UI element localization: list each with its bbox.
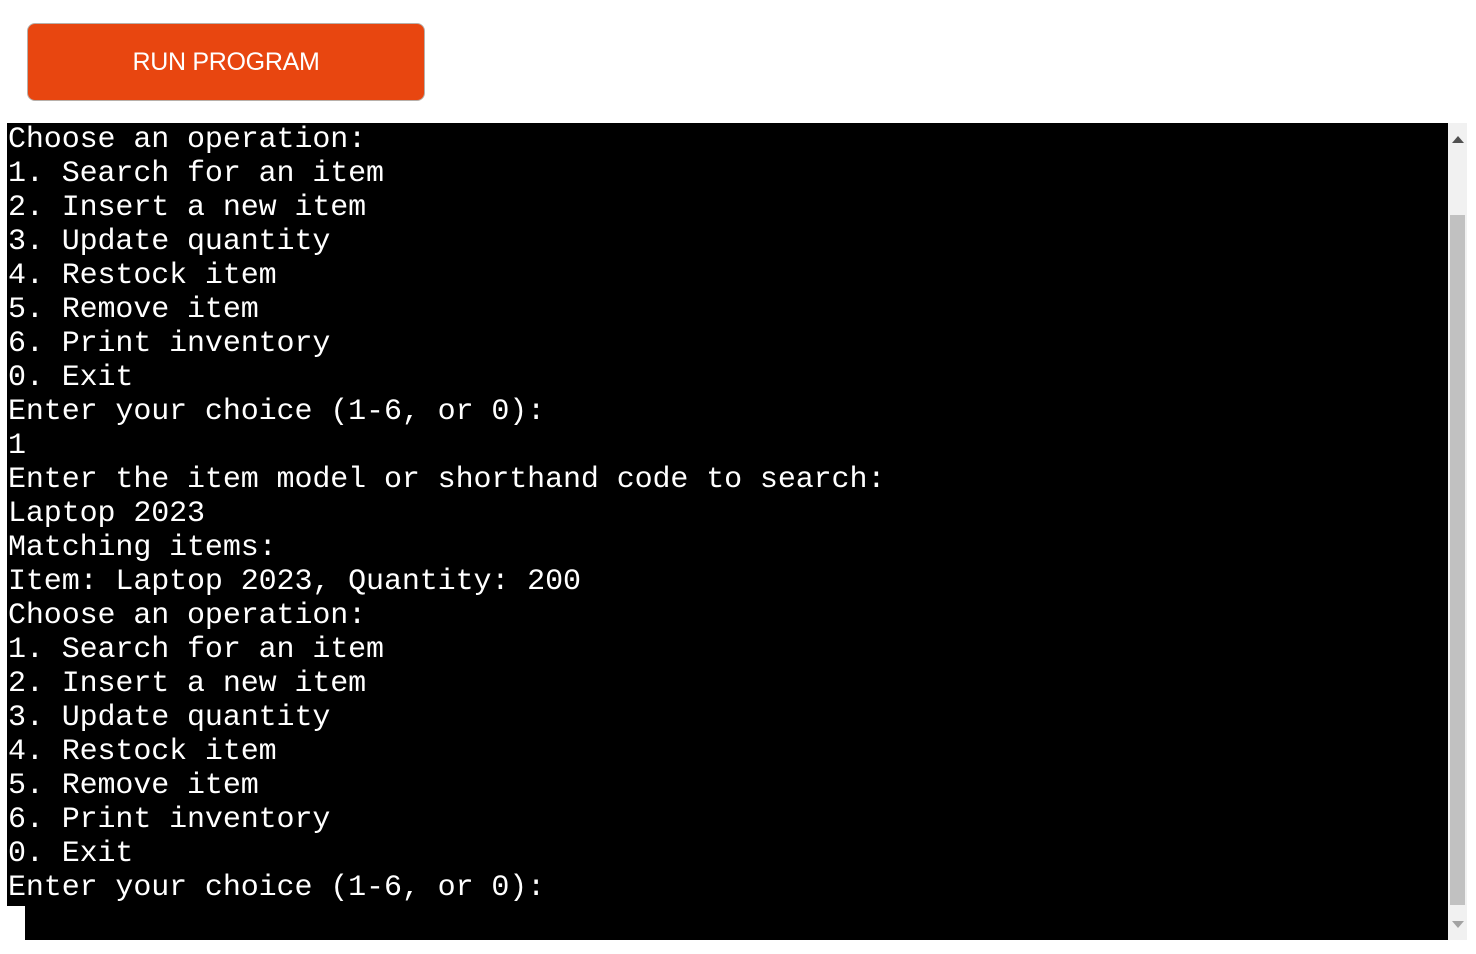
terminal-line: 5. Remove item <box>8 293 259 327</box>
terminal-lines: Choose an operation: 1. Search for an ite… <box>8 123 885 905</box>
terminal-line: 5. Remove item <box>8 769 259 803</box>
terminal-line: Enter your choice (1-6, or 0): <box>8 395 546 429</box>
terminal-line: 1. Search for an item <box>8 633 384 667</box>
terminal-line: 0. Exit <box>8 361 134 395</box>
terminal-line: Enter the item model or shorthand code t… <box>8 463 886 497</box>
scroll-down-arrow-icon[interactable] <box>1452 921 1464 928</box>
terminal-scrollbar[interactable] <box>1448 123 1467 940</box>
terminal-line: 2. Insert a new item <box>8 667 367 701</box>
terminal-line: Choose an operation: <box>8 123 367 157</box>
terminal-cursor-gap <box>7 906 25 940</box>
terminal-line: 4. Restock item <box>8 259 277 293</box>
run-program-button[interactable]: RUN PROGRAM <box>27 23 425 101</box>
terminal-line: 3. Update quantity <box>8 701 331 735</box>
terminal-line: 3. Update quantity <box>8 225 331 259</box>
terminal-line: Item: Laptop 2023, Quantity: 200 <box>8 565 581 599</box>
terminal-line: 0. Exit <box>8 837 134 871</box>
terminal-line: 1 <box>8 429 26 463</box>
terminal-line: 1. Search for an item <box>8 157 384 191</box>
terminal-line: 6. Print inventory <box>8 803 331 837</box>
terminal-line: Matching items: <box>8 531 277 565</box>
terminal-line: 6. Print inventory <box>8 327 331 361</box>
terminal-line: Laptop 2023 <box>8 497 205 531</box>
scroll-up-arrow-icon[interactable] <box>1452 136 1464 143</box>
terminal-output[interactable]: Choose an operation: 1. Search for an ite… <box>7 123 1448 940</box>
terminal-line: 4. Restock item <box>8 735 277 769</box>
terminal-line: 2. Insert a new item <box>8 191 367 225</box>
terminal-line: Enter your choice (1-6, or 0): <box>8 871 546 905</box>
scrollbar-thumb[interactable] <box>1450 215 1465 905</box>
terminal-line: Choose an operation: <box>8 599 367 633</box>
